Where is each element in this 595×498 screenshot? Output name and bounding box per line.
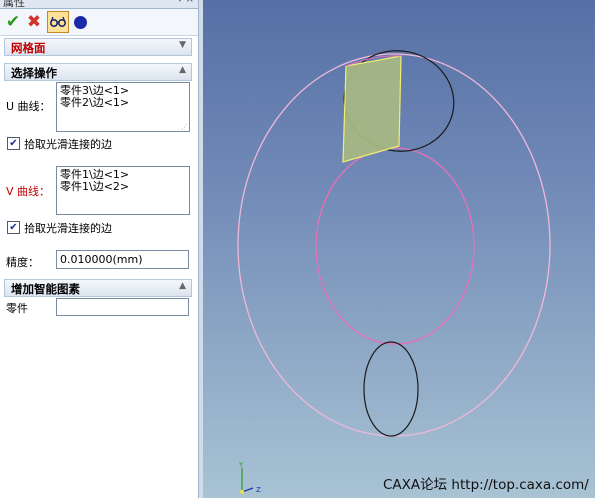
- property-panel: 属性 ▾ × ✔ ✖ 网格面 ▼ 选择操作 ▲ U 曲线： 零: [0, 0, 199, 498]
- panel-titlebar: 属性 ▾ ×: [0, 0, 198, 9]
- select-section-header[interactable]: 选择操作 ▲: [4, 63, 192, 81]
- check-icon: ✔: [5, 12, 21, 32]
- bottom-section-curve[interactable]: [363, 341, 419, 437]
- list-item[interactable]: 零件1\边<2>: [60, 181, 189, 193]
- v-curve-label: V 曲线：: [6, 185, 51, 198]
- 3d-viewport[interactable]: Y Z CAXA论坛 http://top.caxa.com/: [203, 0, 595, 498]
- resize-grip-icon: ⋰: [181, 123, 188, 131]
- inner-curve[interactable]: [315, 147, 475, 345]
- precision-label: 精度：: [6, 256, 39, 269]
- mesh-surface-patch[interactable]: [342, 55, 402, 163]
- cancel-button[interactable]: ✖: [24, 12, 44, 32]
- chevron-up-icon: ▲: [179, 65, 186, 75]
- mesh-section-title: 网格面: [11, 41, 46, 55]
- v-curve-list[interactable]: 零件1\边<1> 零件1\边<2>: [56, 166, 190, 215]
- u-curve-label: U 曲线：: [6, 100, 51, 113]
- options-button[interactable]: [70, 12, 90, 32]
- watermark-text: CAXA论坛 http://top.caxa.com/: [383, 477, 589, 493]
- panel-close-icon[interactable]: ▾ ×: [177, 0, 194, 5]
- part-input[interactable]: [56, 298, 189, 316]
- ok-button[interactable]: ✔: [3, 12, 23, 32]
- close-icon: ✖: [26, 12, 42, 32]
- circle-icon: [73, 15, 87, 29]
- chevron-up-icon: ▲: [179, 281, 186, 291]
- smart-section-header[interactable]: 增加智能图素 ▲: [4, 279, 192, 297]
- precision-input[interactable]: 0.010000(mm): [56, 250, 189, 269]
- model-scene: [237, 50, 551, 437]
- axis-y-label: Y: [239, 461, 244, 469]
- panel-toolbar: ✔ ✖: [0, 9, 198, 36]
- v-smooth-checkbox[interactable]: ✔: [7, 221, 20, 234]
- axis-z-label: Z: [256, 486, 261, 494]
- preview-button[interactable]: [47, 11, 69, 33]
- u-smooth-label: 拾取光滑连接的边: [24, 138, 112, 151]
- part-label: 零件: [6, 302, 28, 315]
- v-smooth-label: 拾取光滑连接的边: [24, 222, 112, 235]
- list-item[interactable]: 零件2\边<1>: [60, 97, 189, 109]
- mesh-section-header[interactable]: 网格面 ▼: [4, 38, 192, 56]
- select-section-title: 选择操作: [11, 66, 57, 80]
- u-smooth-checkbox[interactable]: ✔: [7, 137, 20, 150]
- u-curve-list[interactable]: 零件3\边<1> 零件2\边<1> ⋰: [56, 82, 190, 132]
- panel-title: 属性: [3, 0, 25, 9]
- smart-section-title: 增加智能图素: [11, 282, 80, 296]
- glasses-icon: [50, 16, 66, 27]
- chevron-down-icon: ▼: [179, 40, 186, 50]
